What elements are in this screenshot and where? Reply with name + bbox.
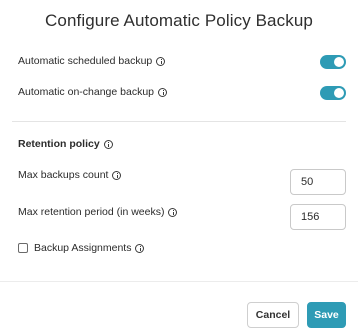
max-backups-input[interactable]	[290, 169, 346, 195]
onchange-backup-toggle[interactable]	[320, 86, 346, 100]
info-icon[interactable]	[168, 207, 178, 217]
max-retention-label: Max retention period (in weeks)	[18, 206, 165, 218]
info-icon[interactable]	[112, 170, 122, 180]
max-retention-input[interactable]	[290, 204, 346, 230]
info-icon[interactable]	[135, 243, 145, 253]
info-icon[interactable]	[158, 87, 168, 97]
max-backups-label: Max backups count	[18, 169, 109, 181]
info-icon[interactable]	[103, 139, 113, 149]
onchange-backup-label: Automatic on-change backup	[18, 86, 155, 98]
scheduled-backup-label: Automatic scheduled backup	[18, 55, 153, 67]
configure-backup-dialog: Configure Automatic Policy Backup Automa…	[0, 0, 358, 336]
save-button[interactable]: Save	[307, 302, 346, 328]
max-backups-row: Max backups count	[18, 169, 122, 181]
backup-assignments-label: Backup Assignments	[34, 242, 132, 254]
dialog-title: Configure Automatic Policy Backup	[45, 11, 313, 30]
scheduled-backup-row: Automatic scheduled backup	[18, 55, 166, 67]
max-retention-row: Max retention period (in weeks)	[18, 206, 178, 218]
scheduled-backup-toggle[interactable]	[320, 55, 346, 69]
section-divider	[12, 121, 346, 122]
toggle-knob	[334, 88, 344, 98]
retention-policy-heading: Retention policy	[18, 138, 113, 150]
info-icon[interactable]	[156, 56, 166, 66]
cancel-button[interactable]: Cancel	[247, 302, 299, 328]
toggle-knob	[334, 57, 344, 67]
backup-assignments-checkbox[interactable]	[18, 243, 28, 253]
retention-policy-title: Retention policy	[18, 138, 100, 150]
footer-divider	[0, 281, 358, 282]
backup-assignments-row: Backup Assignments	[18, 242, 145, 254]
onchange-backup-row: Automatic on-change backup	[18, 86, 168, 98]
